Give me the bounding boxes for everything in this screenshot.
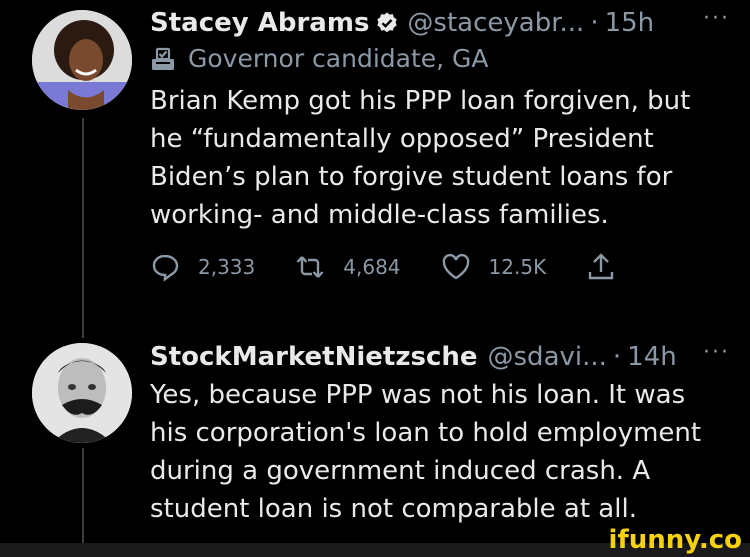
tweet-header: Stacey Abrams @staceyabr... · 15h xyxy=(150,6,730,40)
retweet-button[interactable]: 4,684 xyxy=(295,252,401,282)
avatar-stacey-abrams[interactable] xyxy=(32,10,132,110)
ifunny-watermark: ifunny.co xyxy=(608,525,742,555)
user-handle[interactable]: @sdavi... xyxy=(488,340,607,374)
ballot-box-icon xyxy=(152,47,174,70)
reply-count: 2,333 xyxy=(198,255,256,279)
timestamp[interactable]: 15h xyxy=(605,6,655,40)
share-button[interactable] xyxy=(586,252,634,282)
separator-dot: · xyxy=(590,8,599,38)
tweet-text: Yes, because PPP was not his loan. It wa… xyxy=(150,380,702,524)
like-count: 12.5K xyxy=(488,255,547,279)
profile-photo xyxy=(32,10,132,110)
reply-icon xyxy=(152,254,179,282)
affiliation-label: Governor candidate, GA xyxy=(150,42,730,76)
user-handle[interactable]: @staceyabr... xyxy=(407,6,584,40)
tweet-stockmarketnietzsche[interactable]: StockMarketNietzsche @sdavi... · 14h ···… xyxy=(150,340,730,528)
share-icon xyxy=(588,253,614,280)
separator-dot: · xyxy=(612,342,622,372)
display-name[interactable]: Stacey Abrams xyxy=(150,6,369,40)
tweet-header: StockMarketNietzsche @sdavi... · 14h xyxy=(150,340,730,374)
tweet-actions: 2,333 4,684 12.5K xyxy=(150,252,730,282)
avatar-stockmarketnietzsche[interactable] xyxy=(32,343,132,443)
tweet-text: Brian Kemp got his PPP loan forgiven, bu… xyxy=(150,86,691,230)
verified-badge-icon xyxy=(377,12,398,33)
thread-connector-line-lower xyxy=(82,448,84,543)
tweet-stacey-abrams[interactable]: Stacey Abrams @staceyabr... · 15h ··· Go… xyxy=(150,6,730,282)
profile-photo xyxy=(32,343,132,443)
heart-icon xyxy=(442,253,469,280)
timestamp[interactable]: 14h xyxy=(627,340,677,374)
more-options-icon[interactable]: ··· xyxy=(703,6,730,31)
display-name[interactable]: StockMarketNietzsche xyxy=(150,340,478,374)
reply-button[interactable]: 2,333 xyxy=(150,252,255,282)
retweet-icon xyxy=(296,256,324,278)
retweet-count: 4,684 xyxy=(343,255,401,279)
thread-connector-line xyxy=(82,118,84,338)
affiliation-text: Governor candidate, GA xyxy=(188,44,489,73)
like-button[interactable]: 12.5K xyxy=(441,252,547,282)
more-options-icon[interactable]: ··· xyxy=(703,340,730,365)
